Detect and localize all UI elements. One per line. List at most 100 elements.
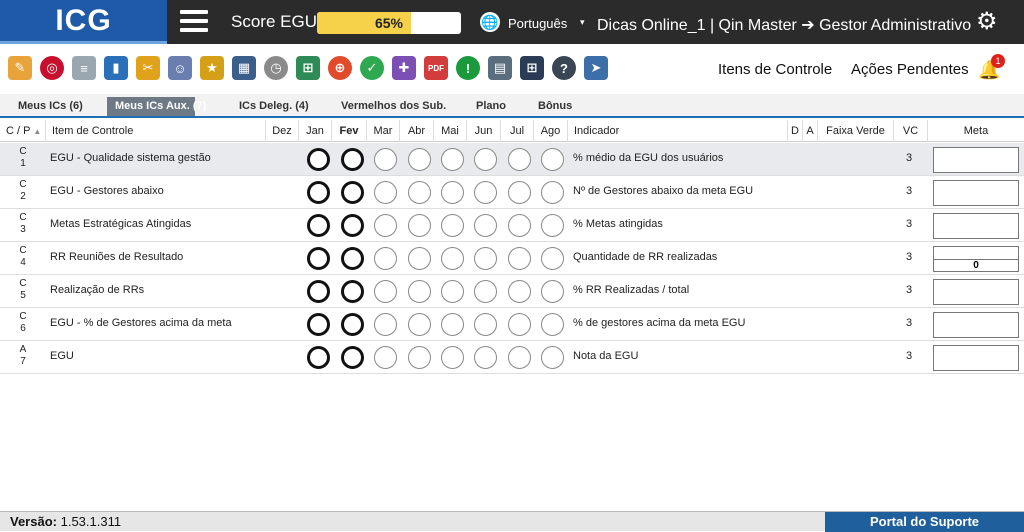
meta-input[interactable] bbox=[933, 312, 1019, 338]
table-row[interactable]: C 1 EGU - Qualidade sistema gestão % médio … bbox=[0, 143, 1024, 176]
month-status-circle[interactable] bbox=[374, 280, 397, 303]
tab-meus-ics-aux[interactable]: Meus ICs Aux. (7) bbox=[107, 97, 206, 116]
meta-input[interactable] bbox=[933, 213, 1019, 239]
team-icon[interactable]: ☺ bbox=[168, 56, 192, 80]
month-status-circle[interactable] bbox=[508, 280, 531, 303]
nav-itens-de-controle[interactable]: Itens de Controle bbox=[718, 61, 832, 78]
tab-vermelhos-sub[interactable]: Vermelhos dos Sub. bbox=[333, 97, 454, 116]
col-mar[interactable]: Mar bbox=[367, 120, 400, 142]
col-cp[interactable]: C / P ▲ bbox=[0, 120, 46, 142]
col-meta[interactable]: Meta bbox=[928, 120, 1024, 142]
month-status-circle[interactable] bbox=[508, 313, 531, 336]
month-status-circle[interactable] bbox=[374, 214, 397, 237]
table-row[interactable]: C 2 EGU - Gestores abaixo Nº de Gestores ab… bbox=[0, 176, 1024, 209]
month-status-circle[interactable] bbox=[341, 346, 364, 369]
month-status-circle[interactable] bbox=[307, 247, 330, 270]
month-status-circle[interactable] bbox=[307, 346, 330, 369]
month-status-circle[interactable] bbox=[441, 280, 464, 303]
meta-input[interactable]: 0 bbox=[933, 246, 1019, 272]
month-status-circle[interactable] bbox=[408, 280, 431, 303]
globe-icon[interactable]: 🌐 bbox=[480, 12, 500, 32]
menu-icon[interactable] bbox=[180, 10, 208, 34]
hierarchy-icon[interactable]: ⊞ bbox=[296, 56, 320, 80]
rocket-icon[interactable]: ➤ bbox=[584, 56, 608, 80]
month-status-circle[interactable] bbox=[408, 313, 431, 336]
month-status-circle[interactable] bbox=[374, 247, 397, 270]
check-icon[interactable]: ✓ bbox=[360, 56, 384, 80]
clip-icon[interactable]: ✂ bbox=[136, 56, 160, 80]
tab-bonus[interactable]: Bônus bbox=[530, 97, 580, 116]
col-faixa-verde[interactable]: Faixa Verde bbox=[818, 120, 894, 142]
nav-acoes-pendentes[interactable]: Ações Pendentes bbox=[851, 61, 969, 78]
meta-input[interactable] bbox=[933, 279, 1019, 305]
presentation-icon[interactable]: ▤ bbox=[488, 56, 512, 80]
month-status-circle[interactable] bbox=[441, 148, 464, 171]
meta-input[interactable] bbox=[933, 147, 1019, 173]
col-indicador[interactable]: Indicador bbox=[568, 120, 788, 142]
month-status-circle[interactable] bbox=[374, 313, 397, 336]
month-status-circle[interactable] bbox=[508, 346, 531, 369]
col-item[interactable]: Item de Controle bbox=[46, 120, 266, 142]
row-item-name[interactable]: Metas Estratégicas Atingidas bbox=[50, 218, 191, 230]
alert-off-icon[interactable]: ! bbox=[456, 56, 480, 80]
month-status-circle[interactable] bbox=[341, 148, 364, 171]
month-status-circle[interactable] bbox=[408, 247, 431, 270]
month-status-circle[interactable] bbox=[474, 214, 497, 237]
row-item-name[interactable]: EGU - Qualidade sistema gestão bbox=[50, 152, 211, 164]
col-d[interactable]: D bbox=[788, 120, 803, 142]
month-status-circle[interactable] bbox=[474, 148, 497, 171]
month-status-circle[interactable] bbox=[541, 313, 564, 336]
col-abr[interactable]: Abr bbox=[400, 120, 434, 142]
meta-input[interactable] bbox=[933, 345, 1019, 371]
month-status-circle[interactable] bbox=[541, 280, 564, 303]
calendar-icon[interactable]: ▦ bbox=[232, 56, 256, 80]
month-status-circle[interactable] bbox=[408, 214, 431, 237]
month-status-circle[interactable] bbox=[341, 247, 364, 270]
month-status-circle[interactable] bbox=[474, 280, 497, 303]
row-item-name[interactable]: EGU - Gestores abaixo bbox=[50, 185, 164, 197]
month-status-circle[interactable] bbox=[307, 214, 330, 237]
month-status-circle[interactable] bbox=[541, 181, 564, 204]
row-item-name[interactable]: Realização de RRs bbox=[50, 284, 144, 296]
row-item-name[interactable]: EGU bbox=[50, 350, 74, 362]
month-status-circle[interactable] bbox=[541, 247, 564, 270]
col-vc[interactable]: VC bbox=[894, 120, 928, 142]
month-status-circle[interactable] bbox=[541, 346, 564, 369]
tab-meus-ics[interactable]: Meus ICs (6) bbox=[10, 97, 91, 116]
col-ago[interactable]: Ago bbox=[534, 120, 568, 142]
table-row[interactable]: C 5 Realização de RRs % RR Realizadas / tot… bbox=[0, 275, 1024, 308]
month-status-circle[interactable] bbox=[508, 247, 531, 270]
app-logo[interactable]: ICG bbox=[0, 0, 167, 44]
month-status-circle[interactable] bbox=[474, 247, 497, 270]
meta-input-top[interactable] bbox=[934, 247, 1018, 260]
meta-input[interactable] bbox=[933, 180, 1019, 206]
month-status-circle[interactable] bbox=[341, 313, 364, 336]
col-mai[interactable]: Mai bbox=[434, 120, 467, 142]
month-status-circle[interactable] bbox=[408, 346, 431, 369]
month-status-circle[interactable] bbox=[541, 148, 564, 171]
month-status-circle[interactable] bbox=[374, 181, 397, 204]
month-status-circle[interactable] bbox=[441, 346, 464, 369]
caret-down-icon[interactable]: ▾ bbox=[580, 17, 585, 28]
target-icon[interactable]: ◎ bbox=[40, 56, 64, 80]
row-item-name[interactable]: RR Reuniões de Resultado bbox=[50, 251, 183, 263]
tab-ics-deleg[interactable]: ICs Deleg. (4) bbox=[231, 97, 317, 116]
month-status-circle[interactable] bbox=[441, 247, 464, 270]
portal-suporte-button[interactable]: Portal do Suporte bbox=[825, 512, 1024, 532]
month-status-circle[interactable] bbox=[408, 148, 431, 171]
month-status-circle[interactable] bbox=[474, 313, 497, 336]
stopwatch-icon[interactable]: ◷ bbox=[264, 56, 288, 80]
pdf-icon[interactable]: PDF bbox=[424, 56, 448, 80]
month-status-circle[interactable] bbox=[441, 181, 464, 204]
month-status-circle[interactable] bbox=[307, 181, 330, 204]
clipboard-icon[interactable]: ≡ bbox=[72, 56, 96, 80]
month-status-circle[interactable] bbox=[408, 181, 431, 204]
month-status-circle[interactable] bbox=[474, 181, 497, 204]
col-jan[interactable]: Jan bbox=[299, 120, 332, 142]
table-row[interactable]: C 6 EGU - % de Gestores acima da meta % de … bbox=[0, 308, 1024, 341]
month-status-circle[interactable] bbox=[307, 313, 330, 336]
month-status-circle[interactable] bbox=[441, 214, 464, 237]
month-status-circle[interactable] bbox=[474, 346, 497, 369]
col-fev[interactable]: Fev bbox=[332, 120, 367, 142]
col-a[interactable]: A bbox=[803, 120, 818, 142]
